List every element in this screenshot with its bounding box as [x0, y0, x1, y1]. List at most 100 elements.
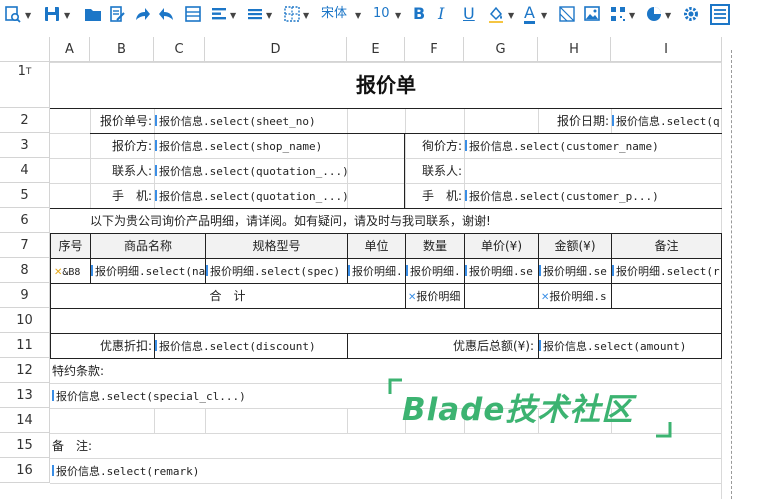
undo-icon[interactable] — [158, 3, 176, 25]
column-header[interactable]: F — [405, 37, 464, 62]
column-header[interactable]: H — [538, 37, 611, 62]
fill-color-icon[interactable] — [487, 3, 505, 25]
redo-icon[interactable] — [133, 3, 151, 25]
save-dropdown-icon[interactable]: ▼ — [64, 11, 70, 20]
row-header[interactable]: 6 — [0, 208, 50, 233]
open-folder-icon[interactable] — [83, 3, 103, 25]
quoter-value[interactable]: 报价信息.select(shop_name) — [155, 134, 347, 158]
column-header[interactable]: C — [154, 37, 205, 62]
border-dropdown-icon[interactable]: ▼ — [303, 11, 309, 20]
customer-phone-label[interactable]: 手 机: — [405, 184, 464, 208]
row-header[interactable]: 4 — [0, 158, 50, 183]
row-header[interactable]: 5 — [0, 183, 50, 208]
terms-label[interactable]: 特约条款: — [51, 359, 251, 383]
qrcode-icon[interactable] — [609, 3, 627, 25]
customer-contact-label[interactable]: 联系人: — [405, 159, 464, 183]
intro-text[interactable]: 以下为贵公司询价产品明细，请详阅。如有疑问，请及时与我司联系，谢谢! — [90, 209, 720, 233]
font-size-select[interactable]: 10 — [373, 4, 390, 24]
phone-value[interactable]: 报价信息.select(quotation_...) — [155, 184, 347, 208]
total-quantity-cell[interactable]: ✕报价明细 — [406, 284, 464, 308]
header-index[interactable]: 序号 — [51, 234, 90, 258]
row-header[interactable]: 7 — [0, 233, 50, 258]
font-color-dropdown-icon[interactable]: ▼ — [541, 11, 547, 20]
row-header[interactable]: 12 — [0, 358, 50, 383]
terms-value[interactable]: 报价信息.select(special_cl...) — [51, 384, 381, 408]
detail-quantity-cell[interactable]: 报价明细. — [406, 259, 464, 283]
font-size-dropdown-icon[interactable]: ▼ — [395, 11, 401, 20]
detail-price-cell[interactable]: 报价明细.se — [465, 259, 538, 283]
header-remark[interactable]: 备注 — [612, 234, 721, 258]
row-header[interactable]: 13 — [0, 383, 50, 408]
contact-value[interactable]: 报价信息.select(quotation_...) — [155, 159, 347, 183]
customer-label[interactable]: 徇价方: — [405, 134, 464, 158]
report-title[interactable]: 报价单 — [50, 63, 722, 108]
detail-name-cell[interactable]: 报价明细.select(na — [91, 259, 205, 283]
edit-document-icon[interactable] — [108, 3, 126, 25]
total-amount-cell[interactable]: ✕报价明细.s — [539, 284, 611, 308]
font-family-select[interactable]: 宋体 — [321, 4, 347, 24]
border-icon[interactable] — [283, 3, 301, 25]
detail-index-cell[interactable]: ✕&B8 — [51, 259, 90, 283]
sheet-no-label[interactable]: 报价单号: — [90, 109, 154, 133]
after-discount-label[interactable]: 优惠后总额(¥): — [348, 334, 538, 358]
row-header[interactable]: 2 — [0, 108, 50, 133]
column-header[interactable]: G — [464, 37, 538, 62]
bold-button[interactable]: B — [413, 4, 425, 24]
column-header[interactable]: A — [50, 37, 90, 62]
sheet-no-value[interactable]: 报价信息.select(sheet_no) — [155, 109, 347, 133]
row-header[interactable]: 16 — [0, 458, 50, 483]
header-product-name[interactable]: 商品名称 — [91, 234, 205, 258]
detail-remark-cell[interactable]: 报价明细.select(r — [612, 259, 721, 283]
row-header[interactable]: 1T — [0, 62, 50, 108]
detail-spec-cell[interactable]: 报价明细.select(spec) — [206, 259, 347, 283]
quoter-label[interactable]: 报价方: — [90, 134, 154, 158]
valign-dropdown-icon[interactable]: ▼ — [266, 11, 272, 20]
remark-label[interactable]: 备 注: — [51, 434, 251, 458]
qrcode-dropdown-icon[interactable]: ▼ — [629, 11, 635, 20]
detail-unit-cell[interactable]: 报价明细. — [348, 259, 405, 283]
column-header[interactable]: D — [205, 37, 347, 62]
header-spec[interactable]: 规格型号 — [206, 234, 347, 258]
insert-image-icon[interactable] — [583, 3, 601, 25]
detail-amount-cell[interactable]: 报价明细.se — [539, 259, 611, 283]
align-dropdown-icon[interactable]: ▼ — [230, 11, 236, 20]
chart-pie-icon[interactable] — [645, 3, 663, 25]
column-header[interactable]: I — [611, 37, 722, 62]
row-header[interactable]: 9 — [0, 283, 50, 308]
valign-icon[interactable] — [246, 3, 264, 25]
diagonal-border-icon[interactable] — [558, 3, 576, 25]
column-header[interactable]: E — [347, 37, 405, 62]
row-header[interactable]: 3 — [0, 133, 50, 158]
settings-gear-icon[interactable] — [682, 3, 700, 25]
discount-value[interactable]: 报价信息.select(discount) — [155, 334, 347, 358]
after-discount-value[interactable]: 报价信息.select(amount) — [539, 334, 721, 358]
select-all-corner[interactable] — [0, 37, 50, 62]
remark-value[interactable]: 报价信息.select(remark) — [51, 459, 381, 483]
merge-cells-icon[interactable] — [184, 3, 202, 25]
total-label[interactable]: 合 计 — [51, 284, 404, 308]
header-unit[interactable]: 单位 — [348, 234, 405, 258]
header-unit-price[interactable]: 单价(¥) — [465, 234, 538, 258]
fill-color-dropdown-icon[interactable]: ▼ — [508, 11, 514, 20]
underline-button[interactable]: U — [463, 4, 475, 24]
font-color-button[interactable]: A — [524, 4, 535, 24]
date-label[interactable]: 报价日期: — [538, 109, 611, 133]
data-source-icon[interactable] — [710, 3, 730, 25]
header-quantity[interactable]: 数量 — [406, 234, 464, 258]
row-header[interactable]: 15 — [0, 433, 50, 458]
row-header[interactable]: 10 — [0, 308, 50, 333]
customer-phone-value[interactable]: 报价信息.select(customer_p...) — [465, 184, 721, 208]
preview-dropdown-icon[interactable]: ▼ — [25, 11, 31, 20]
row-header[interactable]: 14 — [0, 408, 50, 433]
customer-value[interactable]: 报价信息.select(customer_name) — [465, 134, 721, 158]
discount-label[interactable]: 优惠折扣: — [51, 334, 154, 358]
chart-dropdown-icon[interactable]: ▼ — [665, 11, 671, 20]
column-header[interactable]: B — [90, 37, 154, 62]
row-header[interactable]: 8 — [0, 258, 50, 283]
header-amount[interactable]: 金额(¥) — [539, 234, 611, 258]
date-value[interactable]: 报价信息.select(q — [612, 109, 721, 133]
preview-icon[interactable] — [4, 3, 22, 25]
font-family-dropdown-icon[interactable]: ▼ — [355, 11, 361, 20]
row-header[interactable]: 11 — [0, 333, 50, 358]
contact-label[interactable]: 联系人: — [90, 159, 154, 183]
